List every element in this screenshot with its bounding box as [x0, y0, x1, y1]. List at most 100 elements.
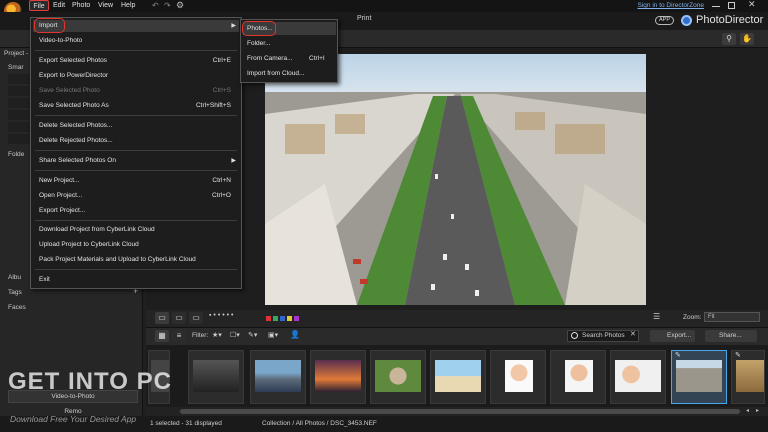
scrollbar-thumb[interactable]: [180, 409, 740, 414]
single-view-icon[interactable]: ▭: [155, 312, 169, 324]
thumbnail[interactable]: [550, 350, 606, 404]
rating-dots[interactable]: ▪ • • • • •: [209, 312, 233, 319]
main-photo[interactable]: [265, 54, 646, 305]
zoom-select[interactable]: Fit: [704, 312, 760, 322]
menu-item-pack-upload[interactable]: Pack Project Materials and Upload to Cyb…: [39, 256, 196, 263]
submenu-arrow-icon: ▶: [231, 23, 236, 29]
minimize-icon[interactable]: [712, 6, 720, 7]
menu-separator: [35, 170, 237, 171]
thumbnail[interactable]: [310, 350, 366, 404]
filter-person-icon[interactable]: 👤: [290, 330, 300, 339]
scroll-right-icon[interactable]: ▸: [756, 407, 759, 414]
menu-item-exit[interactable]: Exit: [39, 276, 50, 283]
menu-item-upload-cloud[interactable]: Upload Project to CyberLink Cloud: [39, 241, 139, 248]
menu-separator: [35, 50, 237, 51]
submenu-item-photos[interactable]: Photos...: [247, 25, 273, 32]
settings-gear-icon[interactable]: ⚙: [176, 0, 184, 11]
thumbnail[interactable]: [370, 350, 426, 404]
shortcut-save: Ctrl+S: [212, 87, 231, 94]
menu-photo[interactable]: Photo: [72, 0, 90, 11]
edited-pencil-icon: ✎: [735, 352, 741, 359]
faces-label[interactable]: Faces: [8, 304, 26, 311]
menu-item-download-cloud[interactable]: Download Project from CyberLink Cloud: [39, 226, 155, 233]
view-options-icon[interactable]: ☰: [653, 312, 660, 321]
thumbnail[interactable]: [250, 350, 306, 404]
tags-label[interactable]: Tags: [8, 289, 22, 296]
close-icon[interactable]: ✕: [748, 0, 756, 10]
list-view-icon[interactable]: ≡: [172, 330, 186, 342]
shortcut-new: Ctrl+N: [212, 177, 231, 184]
filter-flag-icon[interactable]: ☐▾: [230, 331, 240, 339]
watermark-title: GET INTO PC: [8, 368, 172, 395]
menu-item-save-as[interactable]: Save Selected Photo As: [39, 102, 109, 109]
menu-item-delete-selected[interactable]: Delete Selected Photos...: [39, 122, 112, 129]
menu-item-save-selected[interactable]: Save Selected Photo: [39, 87, 100, 94]
menu-separator: [35, 150, 237, 151]
selection-count: 1 selected - 31 displayed: [150, 420, 222, 427]
submenu-arrow-icon: ▶: [231, 158, 236, 164]
menu-edit[interactable]: Edit: [53, 0, 65, 11]
redo-icon[interactable]: ↷: [164, 1, 171, 10]
menu-separator: [35, 115, 237, 116]
menu-item-export-selected[interactable]: Export Selected Photos: [39, 57, 107, 64]
file-menu: Import ▶ Video-to-Photo Export Selected …: [30, 17, 242, 289]
submenu-item-from-camera[interactable]: From Camera...: [247, 55, 293, 62]
menu-item-export-project[interactable]: Export Project...: [39, 207, 85, 214]
filter-edit-icon[interactable]: ✎▾: [248, 331, 257, 339]
brand-name: PhotoDirector: [696, 14, 764, 26]
tab-print[interactable]: Print: [357, 15, 371, 22]
label-green[interactable]: [273, 316, 278, 321]
share-button[interactable]: Share...: [705, 330, 757, 342]
label-yellow[interactable]: [287, 316, 292, 321]
shortcut-open: Ctrl+O: [212, 192, 231, 199]
menu-item-delete-rejected[interactable]: Delete Rejected Photos...: [39, 137, 113, 144]
menu-view[interactable]: View: [98, 0, 113, 11]
thumbnail[interactable]: [188, 350, 244, 404]
hand-tool-icon[interactable]: ✋: [740, 33, 754, 45]
menu-item-video-to-photo[interactable]: Video-to-Photo: [39, 37, 82, 44]
maximize-icon[interactable]: [728, 2, 735, 9]
filter-type-icon[interactable]: ▣▾: [268, 331, 278, 339]
thumbnail[interactable]: [430, 350, 486, 404]
edited-pencil-icon: ✎: [675, 352, 681, 359]
export-button[interactable]: Export...: [650, 330, 695, 342]
folders-label[interactable]: Folde: [8, 151, 24, 158]
filter-rating-icon[interactable]: ★▾: [212, 331, 222, 339]
menu-help[interactable]: Help: [121, 0, 135, 11]
clear-search-icon[interactable]: ✕: [630, 330, 636, 338]
menu-file[interactable]: File: [29, 0, 49, 11]
label-purple[interactable]: [294, 316, 299, 321]
project-label[interactable]: Project -: [4, 50, 28, 57]
watermark-subtitle: Download Free Your Desired App: [10, 414, 137, 424]
shortcut-save-as: Ctrl+Shift+S: [195, 102, 231, 109]
collection-path: Collection / All Photos / DSC_3453.NEF: [262, 420, 377, 427]
submenu-item-import-cloud[interactable]: Import from Cloud...: [247, 70, 304, 77]
app-badge[interactable]: APP: [655, 16, 674, 25]
label-red[interactable]: [266, 316, 271, 321]
scroll-left-icon[interactable]: ◂: [746, 407, 749, 414]
grid-view-icon[interactable]: ▦: [155, 330, 169, 342]
smart-collections-label[interactable]: Smar: [8, 64, 24, 71]
submenu-item-folder[interactable]: Folder...: [247, 40, 270, 47]
thumbnail[interactable]: [610, 350, 666, 404]
menu-item-import[interactable]: Import: [39, 22, 57, 29]
compare-view-icon[interactable]: ▭: [172, 312, 186, 324]
zoom-label: Zoom:: [683, 314, 702, 321]
label-blue[interactable]: [280, 316, 285, 321]
menu-item-open-project[interactable]: Open Project...: [39, 192, 82, 199]
menu-separator: [35, 269, 237, 270]
import-submenu: Photos... Folder... From Camera... Ctrl+…: [240, 19, 338, 83]
multi-view-icon[interactable]: ▭: [189, 312, 203, 324]
search-tool-icon[interactable]: ⚲: [722, 33, 736, 45]
menu-item-export-powerdirector[interactable]: Export to PowerDirector: [39, 72, 108, 79]
view-mode-bar: [146, 310, 768, 327]
menu-item-new-project[interactable]: New Project...: [39, 177, 79, 184]
shortcut-export: Ctrl+E: [212, 57, 231, 64]
menu-separator: [35, 220, 237, 221]
undo-icon[interactable]: ↶: [152, 1, 159, 10]
search-icon: [571, 332, 578, 339]
menu-item-share-on[interactable]: Share Selected Photos On: [39, 157, 116, 164]
albums-label[interactable]: Albu: [8, 274, 21, 281]
thumbnail[interactable]: [490, 350, 546, 404]
signin-link[interactable]: Sign in to DirectorZone: [638, 0, 704, 11]
